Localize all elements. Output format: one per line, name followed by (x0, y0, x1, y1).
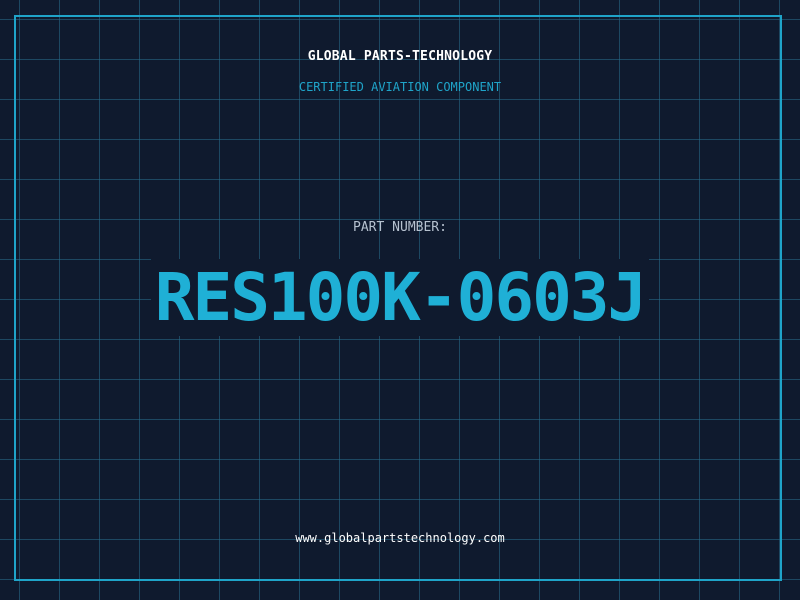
company-name: GLOBAL PARTS-TECHNOLOGY (307, 49, 493, 64)
part-number-label: PART NUMBER: (353, 220, 447, 235)
part-number-value-container: RES100K-0603J (0, 258, 800, 338)
certification-subtitle: CERTIFIED AVIATION COMPONENT (298, 80, 502, 94)
part-number-value: RES100K-0603J (150, 259, 650, 336)
website-url: www.globalpartstechnology.com (295, 531, 505, 545)
